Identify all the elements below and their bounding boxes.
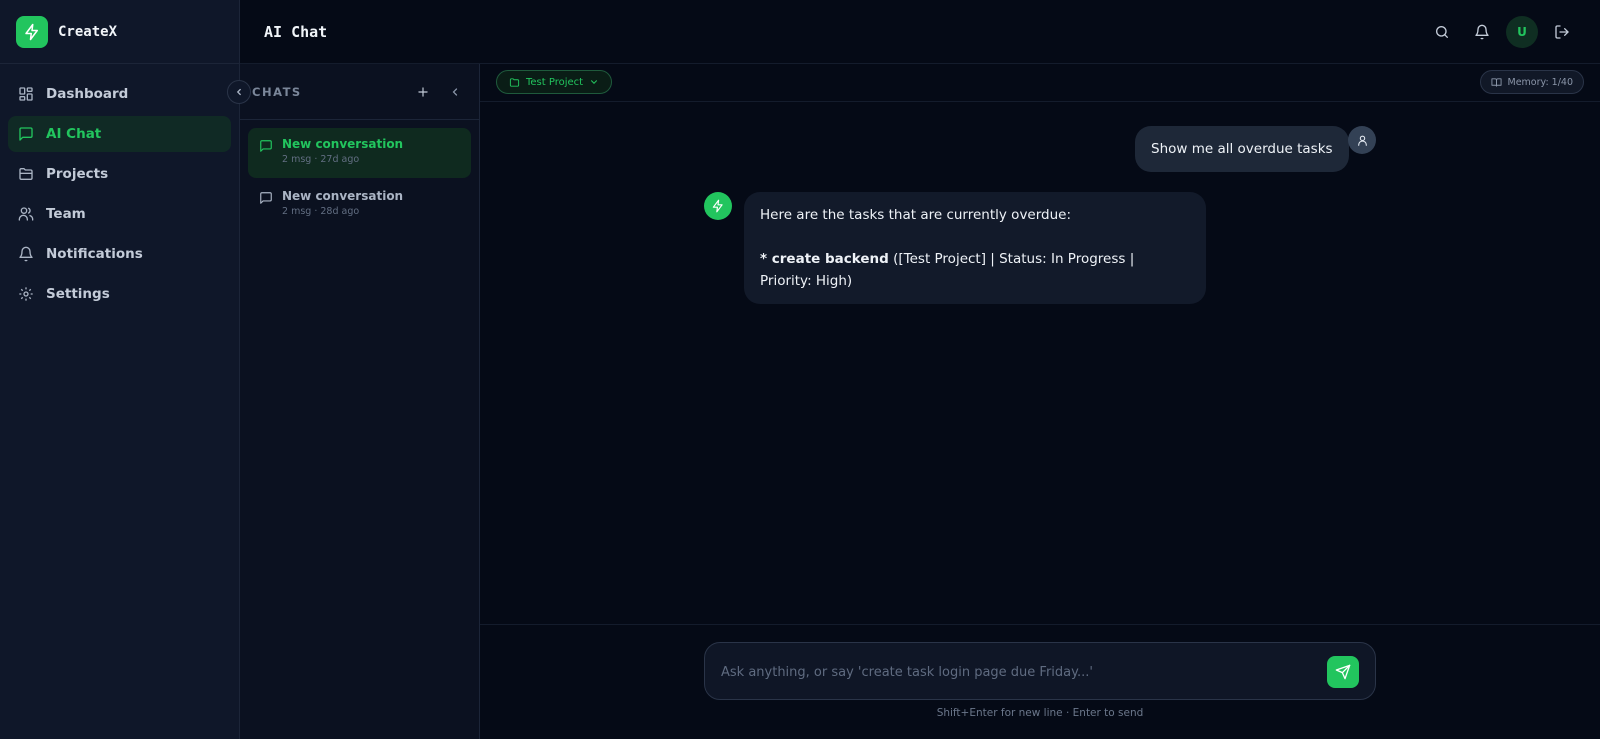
- sidebar-item-label: Settings: [46, 286, 110, 302]
- ai-message-spacer: [760, 226, 1190, 248]
- sidebar-item-dashboard[interactable]: Dashboard: [8, 76, 231, 112]
- user-message-bubble: Show me all overdue tasks: [1135, 126, 1349, 172]
- chat-item-text: New conversation 2 msg · 27d ago: [282, 136, 403, 170]
- grid-icon: [18, 86, 34, 102]
- memory-label: Memory: 1/40: [1507, 76, 1574, 88]
- project-selector[interactable]: Test Project: [496, 70, 613, 94]
- memory-button[interactable]: Memory: 1/40: [1479, 70, 1584, 94]
- composer-area: Shift+Enter for new line · Enter to send: [480, 624, 1600, 739]
- message-icon: [258, 190, 274, 206]
- chat-item-meta: 2 msg · 28d ago: [282, 206, 360, 217]
- user-icon: [1357, 135, 1367, 146]
- sidebar-item-label: AI Chat: [46, 126, 102, 142]
- ai-message-task-name: create backend: [771, 251, 889, 267]
- brand[interactable]: CreateX: [0, 0, 239, 64]
- sidebar-item-label: Notifications: [46, 246, 143, 262]
- send-icon: [1335, 664, 1351, 680]
- chevron-down-icon: [591, 80, 598, 84]
- new-chat-button[interactable]: [413, 82, 433, 102]
- top-bar: AI Chat U: [240, 0, 1600, 64]
- chat-item-text: New conversation 2 msg · 28d ago: [282, 188, 403, 222]
- project-selector-label: Test Project: [526, 76, 584, 88]
- ai-message-task-line: * create backend ([Test Project] | Statu…: [760, 248, 1190, 292]
- search-button[interactable]: [1426, 16, 1458, 48]
- message-icon: [18, 126, 34, 142]
- top-actions: U: [1418, 16, 1578, 48]
- composer: [704, 642, 1376, 700]
- message-icon: [258, 138, 274, 154]
- sidebar-collapse-button[interactable]: [227, 80, 251, 104]
- chat-item-title: New conversation: [282, 137, 404, 151]
- sidebar-item-team[interactable]: Team: [8, 196, 231, 232]
- sidebar-item-projects[interactable]: Projects: [8, 156, 231, 192]
- sidebar-item-settings[interactable]: Settings: [8, 276, 231, 312]
- context-bar: Test Project Memory: 1/40: [480, 64, 1600, 102]
- sidebar-nav: Dashboard AI Chat Projects Team Notifica…: [0, 64, 239, 312]
- bell-icon: [1475, 24, 1489, 40]
- bell-icon: [18, 246, 34, 262]
- ai-message-bubble: Here are the tasks that are currently ov…: [744, 192, 1206, 304]
- sidebar-item-notifications[interactable]: Notifications: [8, 236, 231, 272]
- chat-main: Test Project Memory: 1/40 Show me all ov…: [480, 64, 1600, 739]
- ai-message-bullet: *: [760, 251, 772, 267]
- search-icon: [1436, 26, 1448, 38]
- sidebar-item-label: Dashboard: [46, 86, 129, 102]
- folder-icon: [18, 166, 34, 182]
- chat-item-meta: 2 msg · 27d ago: [282, 154, 360, 165]
- ai-message-intro: Here are the tasks that are currently ov…: [760, 207, 1072, 223]
- chats-collapse-button[interactable]: [445, 82, 465, 102]
- book-icon: [1490, 77, 1502, 87]
- sidebar-item-label: Team: [46, 206, 86, 222]
- sidebar-item-ai-chat[interactable]: AI Chat: [8, 116, 231, 152]
- logout-icon: [1555, 25, 1569, 39]
- chevron-left-icon: [452, 88, 458, 96]
- chat-input[interactable]: [721, 659, 1311, 685]
- chat-list: New conversation 2 msg · 27d ago New con…: [240, 120, 479, 240]
- ai-message-avatar: [704, 192, 732, 220]
- user-avatar-button[interactable]: U: [1506, 16, 1538, 48]
- user-message-avatar: [1348, 126, 1376, 154]
- sidebar: CreateX Dashboard AI Chat Projects Team: [0, 0, 240, 739]
- chats-header: CHATS: [240, 64, 479, 120]
- chat-list-item[interactable]: New conversation 2 msg · 28d ago: [248, 180, 471, 230]
- send-button[interactable]: [1327, 656, 1359, 688]
- page-title: AI Chat: [264, 22, 328, 41]
- gear-icon: [18, 286, 34, 302]
- lightning-logo-icon: [16, 15, 48, 48]
- chats-title: CHATS: [252, 84, 302, 99]
- chats-panel: CHATS New conversation 2 msg · 27d ago N…: [240, 64, 480, 739]
- folder-open-icon: [509, 77, 520, 87]
- chat-item-title: New conversation: [282, 189, 404, 203]
- plus-icon: [418, 87, 428, 97]
- composer-hint: Shift+Enter for new line · Enter to send: [936, 707, 1144, 719]
- brand-name: CreateX: [58, 23, 118, 40]
- sidebar-item-label: Projects: [46, 166, 109, 182]
- users-icon: [18, 206, 34, 222]
- chat-list-item[interactable]: New conversation 2 msg · 27d ago: [248, 128, 471, 178]
- chevron-left-icon: [236, 88, 241, 96]
- logout-button[interactable]: [1546, 16, 1578, 48]
- notifications-button[interactable]: [1466, 16, 1498, 48]
- lightning-icon: [712, 199, 723, 213]
